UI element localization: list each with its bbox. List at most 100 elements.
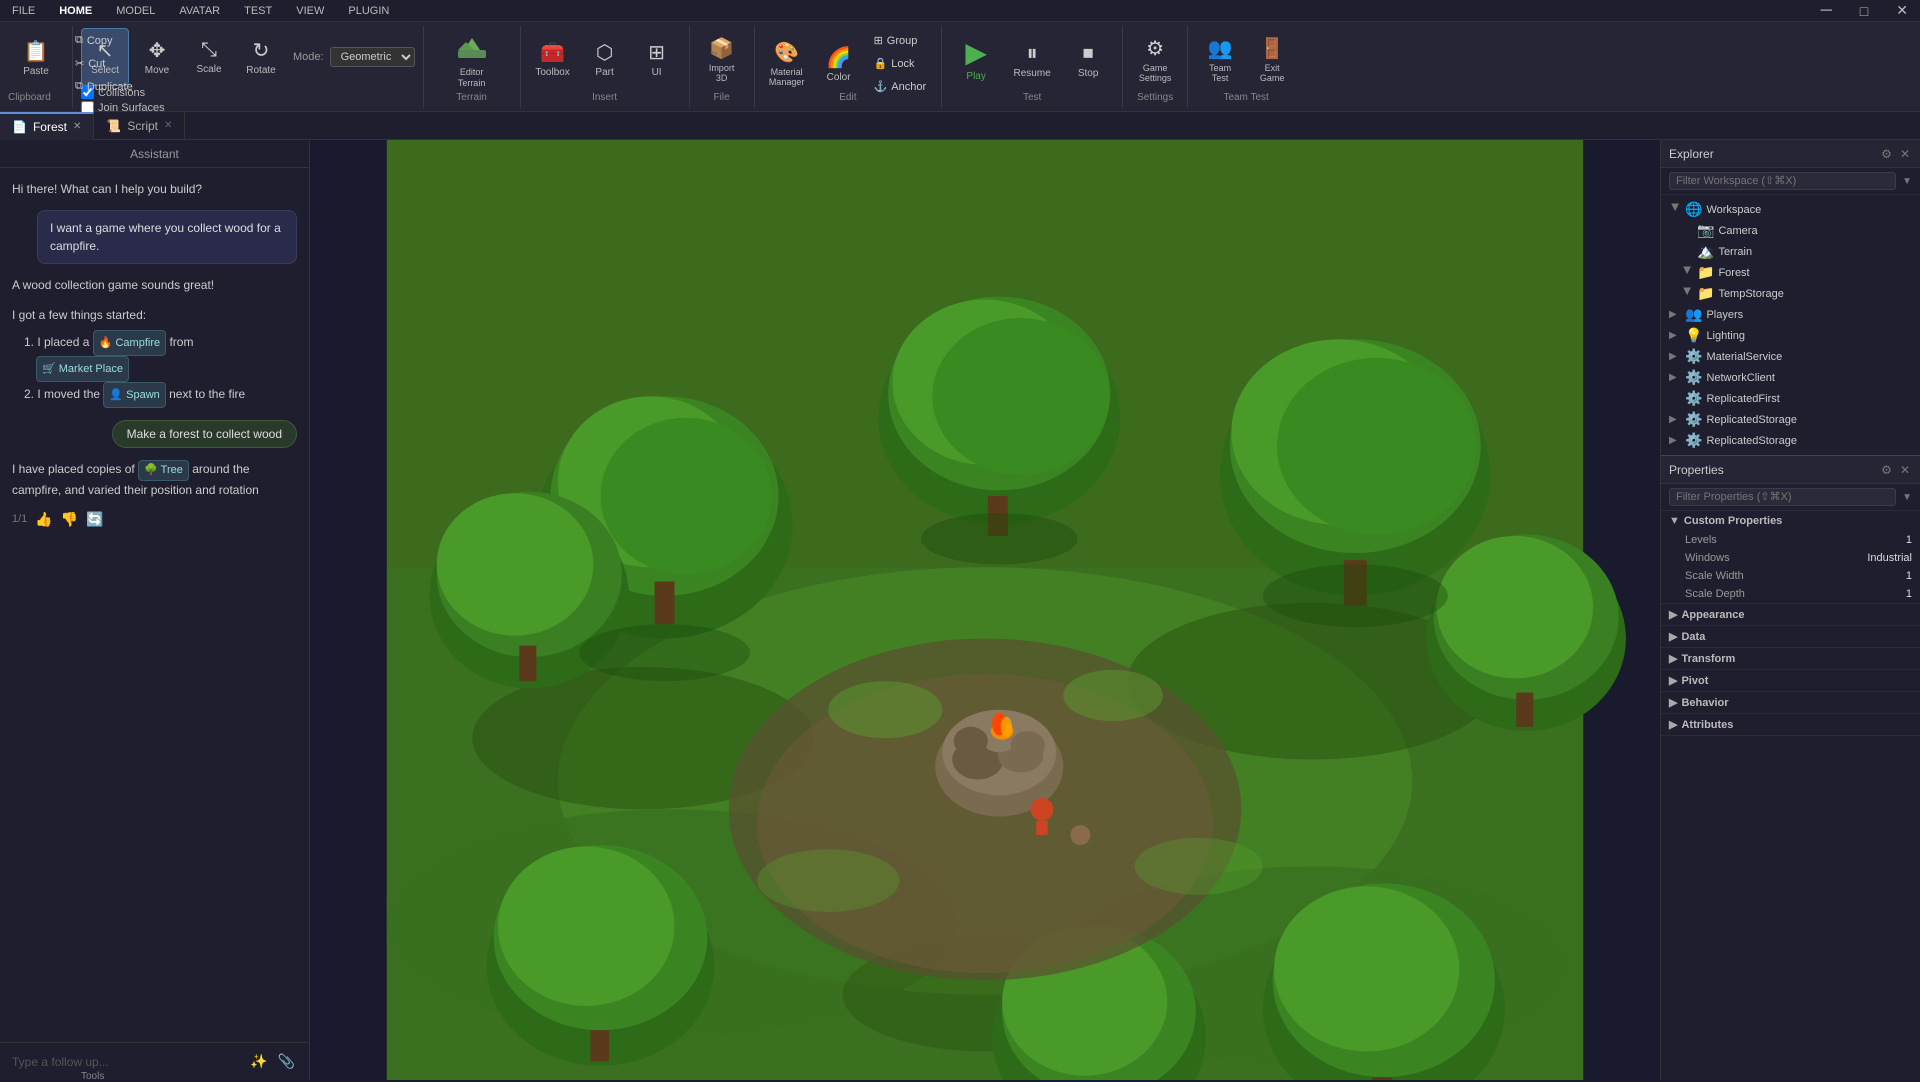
cut-button[interactable]: ✂ Cut xyxy=(68,53,140,74)
prop-group-data-header[interactable]: ▶ Data xyxy=(1661,626,1920,647)
tab-forest-close[interactable]: ✕ xyxy=(73,121,81,132)
menu-plugin[interactable]: PLUGIN xyxy=(344,5,393,17)
ai-message-complex: I got a few things started: 1. I placed … xyxy=(12,306,297,408)
networkclient-icon: ⚙️ xyxy=(1685,369,1702,386)
forest-folder-icon: 📁 xyxy=(1697,264,1714,281)
rotate-button[interactable]: ↻ Rotate xyxy=(237,28,285,86)
scale-button[interactable]: ⤡ Scale xyxy=(185,28,233,86)
window-close[interactable]: ✕ xyxy=(1892,2,1912,19)
menu-test[interactable]: TEST xyxy=(240,5,276,17)
players-chevron: ▶ xyxy=(1669,309,1681,320)
explorer-replicatedfirst[interactable]: ⚙️ ReplicatedFirst xyxy=(1661,388,1920,409)
prop-group-transform-header[interactable]: ▶ Transform xyxy=(1661,648,1920,669)
menu-file[interactable]: FILE xyxy=(8,5,39,17)
explorer-tempstorage[interactable]: ▶ 📁 TempStorage xyxy=(1661,283,1920,304)
chat-input[interactable] xyxy=(12,1055,242,1069)
prop-group-behavior: ▶ Behavior xyxy=(1661,692,1920,714)
lock-button[interactable]: 🔒 Lock xyxy=(867,53,934,74)
paste-button[interactable]: 📋 Paste xyxy=(8,30,64,86)
explorer-filter-dropdown[interactable]: ▼ xyxy=(1902,176,1912,187)
explorer-terrain[interactable]: 🏔️ Terrain xyxy=(1661,241,1920,262)
explorer-section: Explorer ⚙ ✕ ▼ ▶ 🌐 Workspace xyxy=(1661,140,1920,455)
explorer-replicatedstorage2[interactable]: ▶ ⚙️ ReplicatedStorage xyxy=(1661,430,1920,451)
toolbox-button[interactable]: 🧰 Toolbox xyxy=(529,30,577,88)
prop-group-attributes: ▶ Attributes xyxy=(1661,714,1920,736)
explorer-workspace[interactable]: ▶ 🌐 Workspace xyxy=(1661,199,1920,220)
window-maximize[interactable]: □ xyxy=(1856,3,1872,19)
explorer-forest[interactable]: ▶ 📁 Forest xyxy=(1661,262,1920,283)
replicatedstorage1-icon: ⚙️ xyxy=(1685,411,1702,428)
thumbs-up-button[interactable]: 👍 xyxy=(35,511,52,528)
prop-group-attributes-header[interactable]: ▶ Attributes xyxy=(1661,714,1920,735)
paste-icon: 📋 xyxy=(24,39,49,64)
anchor-button[interactable]: ⚓ Anchor xyxy=(867,76,934,97)
explorer-camera[interactable]: 📷 Camera xyxy=(1661,220,1920,241)
window-minimize[interactable]: ─ xyxy=(1816,2,1835,20)
resume-button[interactable]: ⏸ Resume xyxy=(1006,30,1058,88)
viewport[interactable] xyxy=(310,140,1660,1080)
tree-tag: 🌳 Tree xyxy=(138,460,189,481)
color-button[interactable]: 🌈 Color xyxy=(815,35,863,93)
cut-icon: ✂ xyxy=(75,57,84,70)
duplicate-button[interactable]: ⧉ Duplicate xyxy=(68,76,140,97)
explorer-header: Explorer ⚙ ✕ xyxy=(1661,140,1920,168)
lighting-chevron: ▶ xyxy=(1669,330,1681,341)
replicatedfirst-icon: ⚙️ xyxy=(1685,390,1702,407)
tab-script-close[interactable]: ✕ xyxy=(164,120,172,131)
menu-avatar[interactable]: AVATAR xyxy=(175,5,224,17)
properties-close-button[interactable]: ✕ xyxy=(1898,461,1912,479)
attributes-chevron: ▶ xyxy=(1669,718,1677,731)
team-test-icon: 👥 xyxy=(1208,36,1233,61)
menu-view[interactable]: VIEW xyxy=(292,5,328,17)
spawn-tag: 👤 Spawn xyxy=(103,382,165,408)
thumbs-down-button[interactable]: 👎 xyxy=(61,511,78,528)
properties-filter-dropdown[interactable]: ▼ xyxy=(1902,492,1912,503)
prop-group-custom-header[interactable]: ▼ Custom Properties xyxy=(1661,511,1920,531)
game-settings-button[interactable]: ⚙ GameSettings xyxy=(1131,30,1179,88)
stop-button[interactable]: ⏹ Stop xyxy=(1062,30,1114,88)
import3d-button[interactable]: 📦 Import3D xyxy=(698,30,746,88)
play-button[interactable]: ▶ Play xyxy=(950,30,1002,88)
workspace-chevron: ▶ xyxy=(1670,204,1681,216)
prop-group-appearance-header[interactable]: ▶ Appearance xyxy=(1661,604,1920,625)
explorer-materialservice[interactable]: ▶ ⚙️ MaterialService xyxy=(1661,346,1920,367)
custom-props-chevron: ▼ xyxy=(1669,515,1680,527)
move-button[interactable]: ✥ Move xyxy=(133,28,181,86)
team-test-button[interactable]: 👥 TeamTest xyxy=(1196,30,1244,88)
explorer-players[interactable]: ▶ 👥 Players xyxy=(1661,304,1920,325)
properties-settings-button[interactable]: ⚙ xyxy=(1879,461,1894,479)
refresh-button[interactable]: 🔄 xyxy=(86,511,103,528)
mode-select[interactable]: Geometric Surface xyxy=(330,47,415,67)
prop-group-behavior-header[interactable]: ▶ Behavior xyxy=(1661,692,1920,713)
rotate-icon: ↻ xyxy=(253,38,270,63)
sparkle-button[interactable]: ✨ xyxy=(248,1051,269,1072)
explorer-settings-button[interactable]: ⚙ xyxy=(1879,145,1894,163)
materialservice-chevron: ▶ xyxy=(1669,351,1681,362)
tab-script[interactable]: 📜 Script ✕ xyxy=(94,112,185,140)
group-button[interactable]: ⊞ Group xyxy=(867,30,934,51)
copy-button[interactable]: ⧉ Copy xyxy=(68,30,140,51)
material-manager-icon: 🎨 xyxy=(774,40,799,65)
ui-icon: ⊞ xyxy=(648,40,665,65)
exit-game-button[interactable]: 🚪 ExitGame xyxy=(1248,30,1296,88)
explorer-networkclient[interactable]: ▶ ⚙️ NetworkClient xyxy=(1661,367,1920,388)
menu-home[interactable]: HOME xyxy=(55,5,96,17)
terrain-editor-button[interactable]: Editor Terrain xyxy=(436,30,508,88)
properties-filter-input[interactable] xyxy=(1669,488,1896,506)
attach-button[interactable]: 📎 xyxy=(276,1051,297,1072)
menu-model[interactable]: MODEL xyxy=(112,5,159,17)
prop-group-pivot-header[interactable]: ▶ Pivot xyxy=(1661,670,1920,691)
tab-forest[interactable]: 📄 Forest ✕ xyxy=(0,112,94,140)
suggestion-button[interactable]: Make a forest to collect wood xyxy=(112,420,297,448)
explorer-close-button[interactable]: ✕ xyxy=(1898,145,1912,163)
data-chevron: ▶ xyxy=(1669,630,1677,643)
part-button[interactable]: ⬡ Part xyxy=(581,30,629,88)
material-manager-button[interactable]: 🎨 MaterialManager xyxy=(763,35,811,93)
explorer-lighting[interactable]: ▶ 💡 Lighting xyxy=(1661,325,1920,346)
explorer-replicatedstorage1[interactable]: ▶ ⚙️ ReplicatedStorage xyxy=(1661,409,1920,430)
workspace-icon: 🌐 xyxy=(1685,201,1702,218)
explorer-filter-input[interactable] xyxy=(1669,172,1896,190)
ui-button[interactable]: ⊞ UI xyxy=(633,30,681,88)
prop-windows: Windows Industrial xyxy=(1661,549,1920,567)
properties-scroll: ▼ Custom Properties Levels 1 Windows Ind… xyxy=(1661,511,1920,1080)
